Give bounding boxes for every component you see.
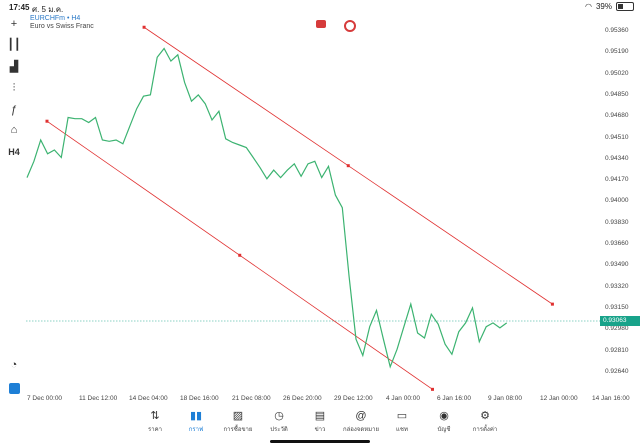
tab-label: แชท — [396, 427, 408, 433]
time-axis-label: 7 Dec 00:00 — [27, 395, 63, 402]
news-icon: ▤ — [314, 410, 326, 422]
channel-anchor-point[interactable] — [550, 302, 554, 306]
tab-chat[interactable]: ▭ แชท — [381, 408, 423, 434]
tab-history[interactable]: ◷ ประวัติ — [258, 408, 300, 434]
tab-label: ราคา — [148, 427, 162, 433]
tab-label: ประวัติ — [270, 427, 288, 433]
chat-icon: ▭ — [396, 410, 408, 422]
tab-label: ข่าว — [314, 427, 326, 433]
tab-trade[interactable]: ▨ การซื้อขาย — [217, 408, 259, 434]
price-axis-label: 0.94000 — [605, 197, 629, 205]
tab-chart[interactable]: ▮▮ กราฟ — [175, 408, 217, 434]
price-axis-label: 0.94340 — [605, 154, 629, 162]
time-axis-label: 6 Jan 16:00 — [437, 395, 471, 402]
price-series-line — [26, 47, 508, 369]
tab-label: กราฟ — [188, 427, 204, 433]
price-axis-label: 0.94170 — [605, 176, 629, 184]
price-axis-label: 0.93320 — [605, 282, 629, 290]
price-axis-label: 0.94680 — [605, 112, 629, 120]
price-axis-label: 0.94850 — [605, 90, 629, 98]
time-axis-label: 26 Dec 20:00 — [283, 395, 322, 402]
price-axis-label: 0.94510 — [605, 133, 629, 141]
quotes-icon: ⇅ — [150, 410, 160, 422]
time-axis-label: 9 Jan 08:00 — [488, 395, 522, 402]
history-icon: ◷ — [274, 410, 284, 422]
channel-anchor-point[interactable] — [142, 25, 146, 29]
price-axis-label: 0.93660 — [605, 240, 629, 247]
channel-anchor-point[interactable] — [45, 119, 49, 123]
tab-quotes[interactable]: ⇅ ราคา — [134, 408, 176, 434]
chart-icon: ▮▮ — [189, 410, 203, 422]
price-axis-label: 0.95190 — [605, 48, 629, 56]
trade-icon: ▨ — [232, 410, 244, 422]
time-axis-label: 12 Jan 00:00 — [540, 395, 578, 402]
time-axis-label: 11 Dec 12:00 — [79, 395, 118, 402]
price-axis-label: 0.92640 — [605, 367, 629, 375]
price-axis-label: 0.95360 — [605, 27, 629, 34]
time-axis-label: 14 Dec 04:00 — [129, 395, 168, 402]
channel-anchor-point[interactable] — [430, 387, 434, 391]
tab-label: บัญชี — [437, 427, 451, 433]
channel-anchor-point[interactable] — [238, 253, 242, 257]
tab-label: การซื้อขาย — [223, 427, 253, 433]
tab-news[interactable]: ▤ ข่าว — [299, 408, 341, 434]
price-axis-label: 0.93490 — [605, 261, 629, 269]
time-axis-label: 29 Dec 12:00 — [334, 395, 373, 402]
price-chart[interactable] — [0, 0, 640, 447]
time-axis-label: 18 Dec 16:00 — [180, 395, 219, 402]
channel-anchor-point[interactable] — [346, 164, 350, 168]
time-axis-label: 21 Dec 08:00 — [232, 395, 271, 402]
time-axis-label: 4 Jan 00:00 — [386, 395, 420, 402]
tab-settings[interactable]: ⚙ การตั้งค่า — [464, 408, 506, 434]
price-axis-label: 0.93150 — [605, 303, 629, 311]
tab-label: การตั้งค่า — [472, 427, 498, 433]
price-axis-label: 0.93830 — [605, 218, 629, 226]
home-indicator — [270, 440, 370, 443]
account-icon: ◉ — [439, 410, 449, 422]
tab-mailbox[interactable]: @ กล่องจดหมาย — [340, 408, 382, 434]
price-axis-label: 0.92810 — [605, 346, 629, 354]
settings-icon: ⚙ — [480, 410, 490, 422]
mailbox-icon: @ — [355, 410, 367, 422]
price-axis-label: 0.92980 — [605, 325, 629, 333]
current-price-tag: 0.93063 — [600, 316, 640, 326]
price-axis-label: 0.95020 — [605, 69, 629, 77]
tab-label: กล่องจดหมาย — [342, 427, 380, 433]
time-axis-label: 14 Jan 16:00 — [592, 395, 630, 402]
tab-account[interactable]: ◉ บัญชี — [423, 408, 465, 434]
